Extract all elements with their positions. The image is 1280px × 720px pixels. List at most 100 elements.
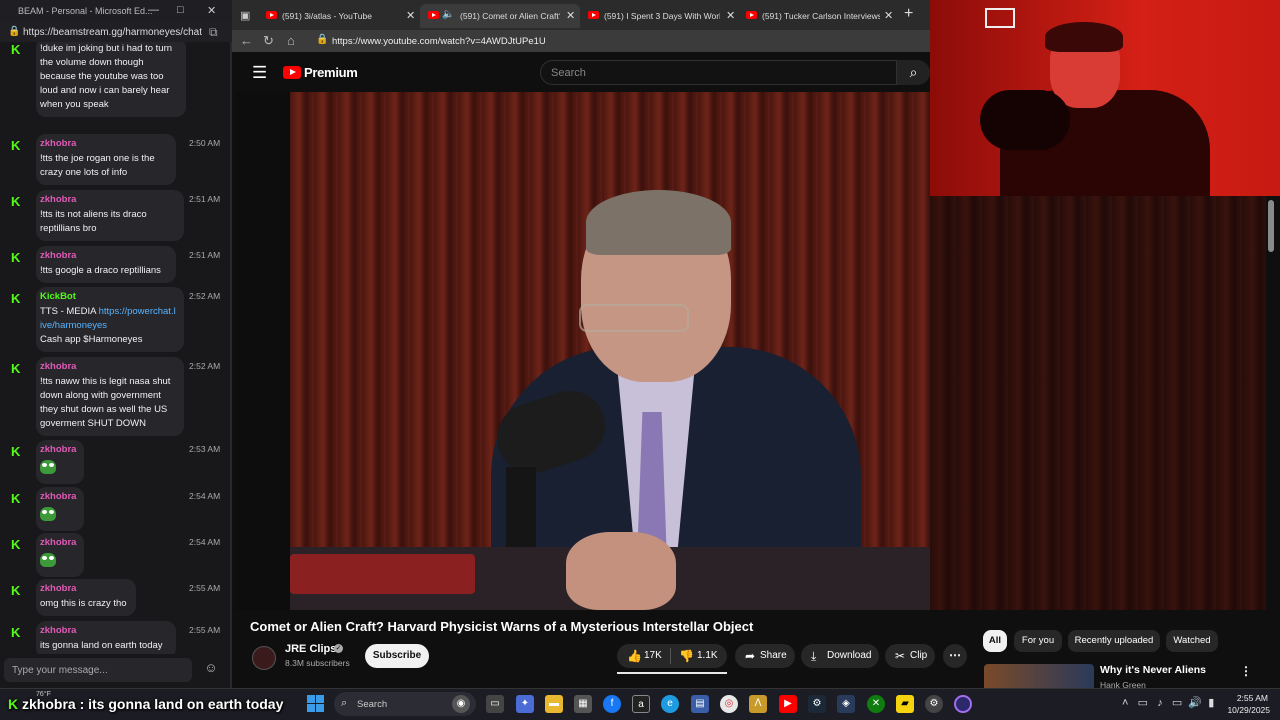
- store-icon[interactable]: ▦: [574, 695, 592, 713]
- chat-username[interactable]: zkhobra: [40, 138, 168, 149]
- volume-icon[interactable]: 🔊: [1188, 697, 1202, 709]
- browser-tab[interactable]: (591) 3i/atlas - YouTube ✕: [258, 4, 418, 28]
- page-scrollbar-thumb[interactable]: [1268, 200, 1274, 252]
- battery-icon[interactable]: ▮: [1208, 697, 1214, 709]
- windows-start-icon[interactable]: [307, 695, 324, 712]
- chip-watched[interactable]: Watched: [1166, 630, 1218, 652]
- kick-icon: K: [11, 583, 21, 598]
- file-explorer-icon[interactable]: ▬: [545, 695, 563, 713]
- chat-url[interactable]: https://beamstream.gg/harmoneyes/chat: [23, 27, 202, 38]
- chat-timestamp: 2:51 AM: [189, 250, 221, 260]
- facebook-icon[interactable]: f: [603, 695, 621, 713]
- address-url[interactable]: https://www.youtube.com/watch?v=4AWDJtUP…: [332, 36, 546, 47]
- steam-icon[interactable]: ⚙: [808, 695, 826, 713]
- youtube-search-box[interactable]: [540, 60, 897, 85]
- channel-name[interactable]: JRE Clips: [285, 643, 336, 655]
- app-icon[interactable]: ◈: [837, 695, 855, 713]
- clip-button[interactable]: ✂ Clip: [885, 644, 935, 668]
- chevron-up-icon[interactable]: ˄: [1122, 697, 1128, 709]
- chat-username[interactable]: zkhobra: [40, 250, 168, 261]
- site-info-icon[interactable]: 🔒: [316, 34, 328, 45]
- youtube-icon[interactable]: ▶: [779, 695, 797, 713]
- chat-timestamp: 2:53 AM: [189, 444, 221, 454]
- chat-message-text: !duke im joking but i had to turn the vo…: [40, 43, 173, 110]
- minimize-icon[interactable]: —: [148, 4, 159, 16]
- emote-picker-icon[interactable]: ☺: [201, 660, 221, 680]
- tray-app-icon[interactable]: ▭: [1138, 697, 1148, 709]
- widget-app-icon[interactable]: ✦: [516, 695, 534, 713]
- subscriber-count: 8.3M subscribers: [285, 658, 350, 668]
- taskbar-search-label: Search: [357, 699, 388, 710]
- calculator-icon[interactable]: ▤: [691, 695, 709, 713]
- youtube-logo-icon[interactable]: [283, 66, 301, 79]
- tab-close-icon[interactable]: ✕: [726, 9, 735, 22]
- open-in-browser-icon[interactable]: ⧉: [209, 25, 218, 40]
- recommended-more-icon[interactable]: ⋮: [1240, 664, 1252, 678]
- chat-username[interactable]: KickBot: [40, 291, 176, 302]
- edge-icon[interactable]: e: [661, 695, 679, 713]
- maximize-icon[interactable]: □: [177, 4, 184, 16]
- browser-tab[interactable]: (591) I Spent 3 Days With World's ✕: [580, 4, 740, 28]
- refresh-icon[interactable]: ↻: [263, 33, 274, 49]
- like-count[interactable]: 17K: [644, 644, 662, 668]
- chat-username[interactable]: zkhobra: [40, 194, 176, 205]
- chat-message-input[interactable]: [4, 658, 192, 682]
- speaker-icon[interactable]: 🔈: [442, 9, 454, 20]
- youtube-brand-label[interactable]: Premium: [304, 65, 358, 80]
- chat-username[interactable]: zkhobra: [40, 361, 176, 372]
- chip-recently-uploaded[interactable]: Recently uploaded: [1068, 630, 1160, 652]
- home-icon[interactable]: ⌂: [287, 33, 295, 48]
- browser-tab[interactable]: (591) Tucker Carlson Interviews N ✕: [738, 4, 898, 28]
- chat-username[interactable]: zkhobra: [40, 625, 168, 636]
- app-icon[interactable]: ᐱ: [749, 695, 767, 713]
- recommended-video-thumbnail[interactable]: [984, 664, 1094, 688]
- network-icon[interactable]: ▭: [1172, 697, 1182, 709]
- copilot-icon[interactable]: ◉: [452, 695, 470, 713]
- pepe-emote-icon: [40, 507, 56, 521]
- obs-icon[interactable]: [954, 695, 972, 713]
- chat-username[interactable]: zkhobra: [40, 444, 76, 455]
- download-icon: ⤓: [811, 649, 817, 663]
- video-player[interactable]: [236, 92, 930, 610]
- amazon-icon[interactable]: a: [632, 695, 650, 713]
- thumbs-down-icon[interactable]: 👎: [679, 644, 694, 668]
- tab-close-icon[interactable]: ✕: [406, 9, 415, 22]
- chat-message-list[interactable]: K !duke im joking but i had to turn the …: [0, 42, 228, 654]
- subscribe-button[interactable]: Subscribe: [365, 644, 429, 668]
- chat-username[interactable]: zkhobra: [40, 583, 128, 594]
- channel-avatar[interactable]: [252, 646, 276, 670]
- chrome-icon[interactable]: ◎: [720, 695, 738, 713]
- chat-window-address-bar[interactable]: 🔒 https://beamstream.gg/harmoneyes/chat …: [0, 22, 232, 42]
- chip-for-you[interactable]: For you: [1014, 630, 1062, 652]
- xbox-icon[interactable]: ✕: [867, 695, 885, 713]
- youtube-favicon-icon: [428, 11, 439, 19]
- download-button[interactable]: ⤓ Download: [801, 644, 879, 668]
- notes-icon[interactable]: ▰: [896, 695, 914, 713]
- more-actions-icon[interactable]: ⋯: [943, 644, 967, 668]
- search-icon[interactable]: ⌕: [897, 60, 930, 85]
- tab-actions-icon[interactable]: ▣: [240, 9, 250, 22]
- chat-username[interactable]: zkhobra: [40, 491, 76, 502]
- taskbar-clock-date[interactable]: 10/29/2025: [1226, 705, 1270, 715]
- hamburger-menu-icon[interactable]: ☰: [252, 64, 267, 81]
- new-tab-icon[interactable]: +: [904, 5, 913, 23]
- chat-message-input-box[interactable]: [4, 658, 192, 682]
- taskbar-clock-time[interactable]: 2:55 AM: [1236, 693, 1268, 703]
- recommended-video-title[interactable]: Why it's Never Aliens: [1100, 664, 1206, 676]
- youtube-search-input[interactable]: [541, 61, 896, 84]
- thumbs-up-icon[interactable]: 👍: [627, 644, 642, 668]
- share-button[interactable]: ➦ Share: [735, 644, 795, 668]
- task-view-icon[interactable]: ▭: [486, 695, 504, 713]
- chip-all[interactable]: All: [983, 630, 1007, 652]
- microphone-icon[interactable]: ♪: [1157, 697, 1163, 709]
- browser-tab-active[interactable]: 🔈 (591) Comet or Alien Craft? ✕: [420, 4, 580, 28]
- tab-close-icon[interactable]: ✕: [566, 9, 575, 22]
- tab-close-icon[interactable]: ✕: [884, 9, 893, 22]
- chat-username[interactable]: zkhobra: [40, 537, 76, 548]
- settings-icon[interactable]: ⚙: [925, 695, 943, 713]
- chat-message-text: omg this is crazy tho: [40, 598, 127, 609]
- close-icon[interactable]: ✕: [207, 4, 216, 17]
- dislike-count[interactable]: 1.1K: [697, 644, 718, 668]
- chat-message-text: TTS - MEDIA https://powerchat.live/harmo…: [40, 305, 176, 347]
- back-icon[interactable]: ←: [240, 33, 253, 48]
